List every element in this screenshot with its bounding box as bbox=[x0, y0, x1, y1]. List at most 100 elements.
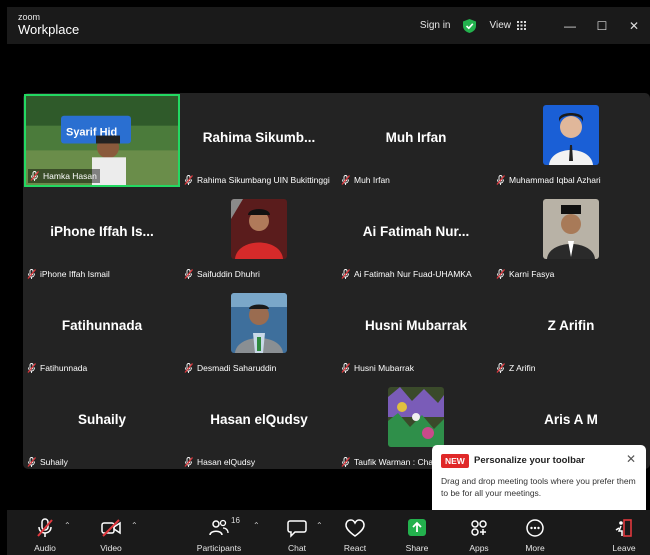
share-screen-icon bbox=[408, 519, 426, 536]
leave-door-icon bbox=[615, 519, 632, 537]
participant-name-label: Hamka Hasan bbox=[28, 169, 100, 183]
microphone-muted-icon bbox=[341, 175, 350, 185]
participant-name-label: Karni Fasya bbox=[494, 267, 557, 281]
microphone-muted-icon bbox=[184, 363, 193, 373]
popover-close-icon[interactable]: ✕ bbox=[626, 452, 636, 466]
close-icon[interactable]: ✕ bbox=[618, 19, 650, 33]
participant-name-label: Z Arifin bbox=[494, 361, 538, 375]
participant-tile[interactable]: Saifuddin Dhuhri bbox=[181, 188, 337, 282]
microphone-muted-icon bbox=[184, 457, 193, 467]
participants-options-chevron-icon[interactable]: ⌃ bbox=[253, 521, 260, 530]
video-button[interactable]: Video bbox=[93, 510, 129, 555]
audio-options-chevron-icon[interactable]: ⌃ bbox=[64, 521, 71, 530]
participant-label-text: Ai Fatimah Nur Fuad-UHAMKA bbox=[354, 269, 472, 279]
more-label: More bbox=[525, 543, 545, 553]
participant-tile[interactable]: Desmadi Saharuddin bbox=[181, 282, 337, 376]
apps-button[interactable]: Apps bbox=[461, 510, 497, 555]
leave-button[interactable]: Leave bbox=[606, 510, 642, 555]
participant-avatar bbox=[543, 105, 599, 165]
microphone-muted-icon bbox=[496, 269, 505, 279]
participant-label-text: Rahima Sikumbang UIN Bukittinggi bbox=[197, 175, 330, 185]
participant-tile[interactable]: Z Arifin Z Arifin bbox=[493, 282, 649, 376]
participant-tile[interactable]: Hasan elQudsy Hasan elQudsy bbox=[181, 376, 337, 470]
minimize-icon[interactable]: — bbox=[554, 19, 586, 33]
participant-tile[interactable]: Rahima Sikumb... Rahima Sikumbang UIN Buk… bbox=[181, 94, 337, 188]
sign-in-link[interactable]: Sign in bbox=[420, 20, 451, 31]
participant-display-name: Fatihunnada bbox=[61, 318, 143, 333]
view-button[interactable]: View bbox=[490, 20, 526, 31]
share-button[interactable]: Share bbox=[399, 510, 435, 555]
participant-display-name: Muh Irfan bbox=[385, 130, 447, 145]
chat-button[interactable]: Chat bbox=[279, 510, 315, 555]
react-label: React bbox=[343, 543, 367, 553]
share-label: Share bbox=[405, 543, 429, 553]
participant-label-text: Muh Irfan bbox=[354, 175, 390, 185]
participant-tile[interactable]: Muh Irfan Muh Irfan bbox=[338, 94, 494, 188]
participant-avatar bbox=[543, 199, 599, 259]
participant-label-text: Saifuddin Dhuhri bbox=[197, 269, 260, 279]
popover-title: Personalize your toolbar bbox=[474, 455, 585, 466]
participant-display-name: Hasan elQudsy bbox=[210, 412, 308, 427]
microphone-muted-icon bbox=[37, 518, 53, 537]
microphone-muted-icon bbox=[496, 175, 505, 185]
microphone-muted-icon bbox=[341, 457, 350, 467]
participant-name-label: Fatihunnada bbox=[25, 361, 90, 375]
participants-icon bbox=[209, 519, 229, 536]
microphone-muted-icon bbox=[27, 269, 36, 279]
participant-label-text: iPhone Iffah Ismail bbox=[40, 269, 110, 279]
participant-name-label: Suhaily bbox=[25, 455, 71, 469]
personalize-toolbar-popover: NEW Personalize your toolbar ✕ Drag and … bbox=[432, 445, 646, 515]
participant-display-name: iPhone Iffah Is... bbox=[50, 224, 154, 239]
participant-avatar bbox=[231, 293, 287, 353]
microphone-muted-icon bbox=[184, 175, 193, 185]
participant-display-name: Ai Fatimah Nur... bbox=[362, 224, 470, 239]
participant-display-name: Aris A M bbox=[544, 412, 598, 427]
participant-display-name: Rahima Sikumb... bbox=[202, 130, 316, 145]
participant-label-text: Husni Mubarrak bbox=[354, 363, 414, 373]
participant-label-text: Hasan elQudsy bbox=[197, 457, 256, 467]
microphone-muted-icon bbox=[27, 457, 36, 467]
participant-name-label: Ai Fatimah Nur Fuad-UHAMKA bbox=[339, 267, 475, 281]
participant-name-label: iPhone Iffah Ismail bbox=[25, 267, 113, 281]
chat-label: Chat bbox=[288, 543, 306, 553]
chat-options-chevron-icon[interactable]: ⌃ bbox=[316, 521, 323, 530]
leave-label: Leave bbox=[612, 543, 636, 553]
microphone-muted-icon bbox=[341, 269, 350, 279]
participant-tile[interactable]: Husni Mubarrak Husni Mubarrak bbox=[338, 282, 494, 376]
participant-name-label: Muhammad Iqbal Azhari bbox=[494, 173, 604, 187]
audio-button[interactable]: Audio bbox=[27, 510, 63, 555]
react-button[interactable]: React bbox=[337, 510, 373, 555]
meeting-stage: Syarif Hid Hamka Hasan Rahima Sikumb... Rah… bbox=[7, 44, 650, 510]
participant-label-text: Suhaily bbox=[40, 457, 68, 467]
participants-label: Participants bbox=[196, 543, 242, 553]
participant-tile[interactable]: Karni Fasya bbox=[493, 188, 649, 282]
participant-tile[interactable]: iPhone Iffah Is... iPhone Iffah Ismail bbox=[24, 188, 180, 282]
popover-body: Drag and drop meeting tools where you pr… bbox=[441, 476, 636, 498]
participant-tile[interactable]: Syarif Hid Hamka Hasan bbox=[24, 94, 180, 187]
new-badge: NEW bbox=[441, 454, 469, 468]
security-shield-icon[interactable] bbox=[462, 18, 476, 33]
participant-tile[interactable]: Suhaily Suhaily bbox=[24, 376, 180, 470]
microphone-muted-icon bbox=[496, 363, 505, 373]
microphone-muted-icon bbox=[341, 363, 350, 373]
participant-tile[interactable]: Ai Fatimah Nur... Ai Fatimah Nur Fuad-UHA… bbox=[338, 188, 494, 282]
more-button[interactable]: More bbox=[517, 510, 553, 555]
participant-name-label: Husni Mubarrak bbox=[339, 361, 417, 375]
participant-label-text: Muhammad Iqbal Azhari bbox=[509, 175, 601, 185]
participant-name-label: Saifuddin Dhuhri bbox=[182, 267, 263, 281]
maximize-icon[interactable]: ☐ bbox=[586, 19, 618, 33]
participant-display-name: Husni Mubarrak bbox=[364, 318, 468, 333]
participant-name-label: Hasan elQudsy bbox=[182, 455, 258, 469]
video-options-chevron-icon[interactable]: ⌃ bbox=[131, 521, 138, 530]
meeting-toolbar: Audio ⌃ Video ⌃ Participants 16 ⌃ Chat ⌃… bbox=[7, 510, 650, 555]
video-label: Video bbox=[100, 543, 122, 553]
participant-tile[interactable]: Fatihunnada Fatihunnada bbox=[24, 282, 180, 376]
participant-label-text: Fatihunnada bbox=[40, 363, 88, 373]
participant-avatar bbox=[231, 199, 287, 259]
participant-name-label: Rahima Sikumbang UIN Bukittinggi bbox=[182, 173, 333, 187]
participant-name-label: Desmadi Saharuddin bbox=[182, 361, 279, 375]
microphone-muted-icon bbox=[30, 171, 39, 181]
participant-name-label: Taufik Warman : Chan bbox=[339, 455, 441, 469]
video-camera-off-icon bbox=[101, 519, 121, 537]
participant-tile[interactable]: Muhammad Iqbal Azhari bbox=[493, 94, 649, 188]
